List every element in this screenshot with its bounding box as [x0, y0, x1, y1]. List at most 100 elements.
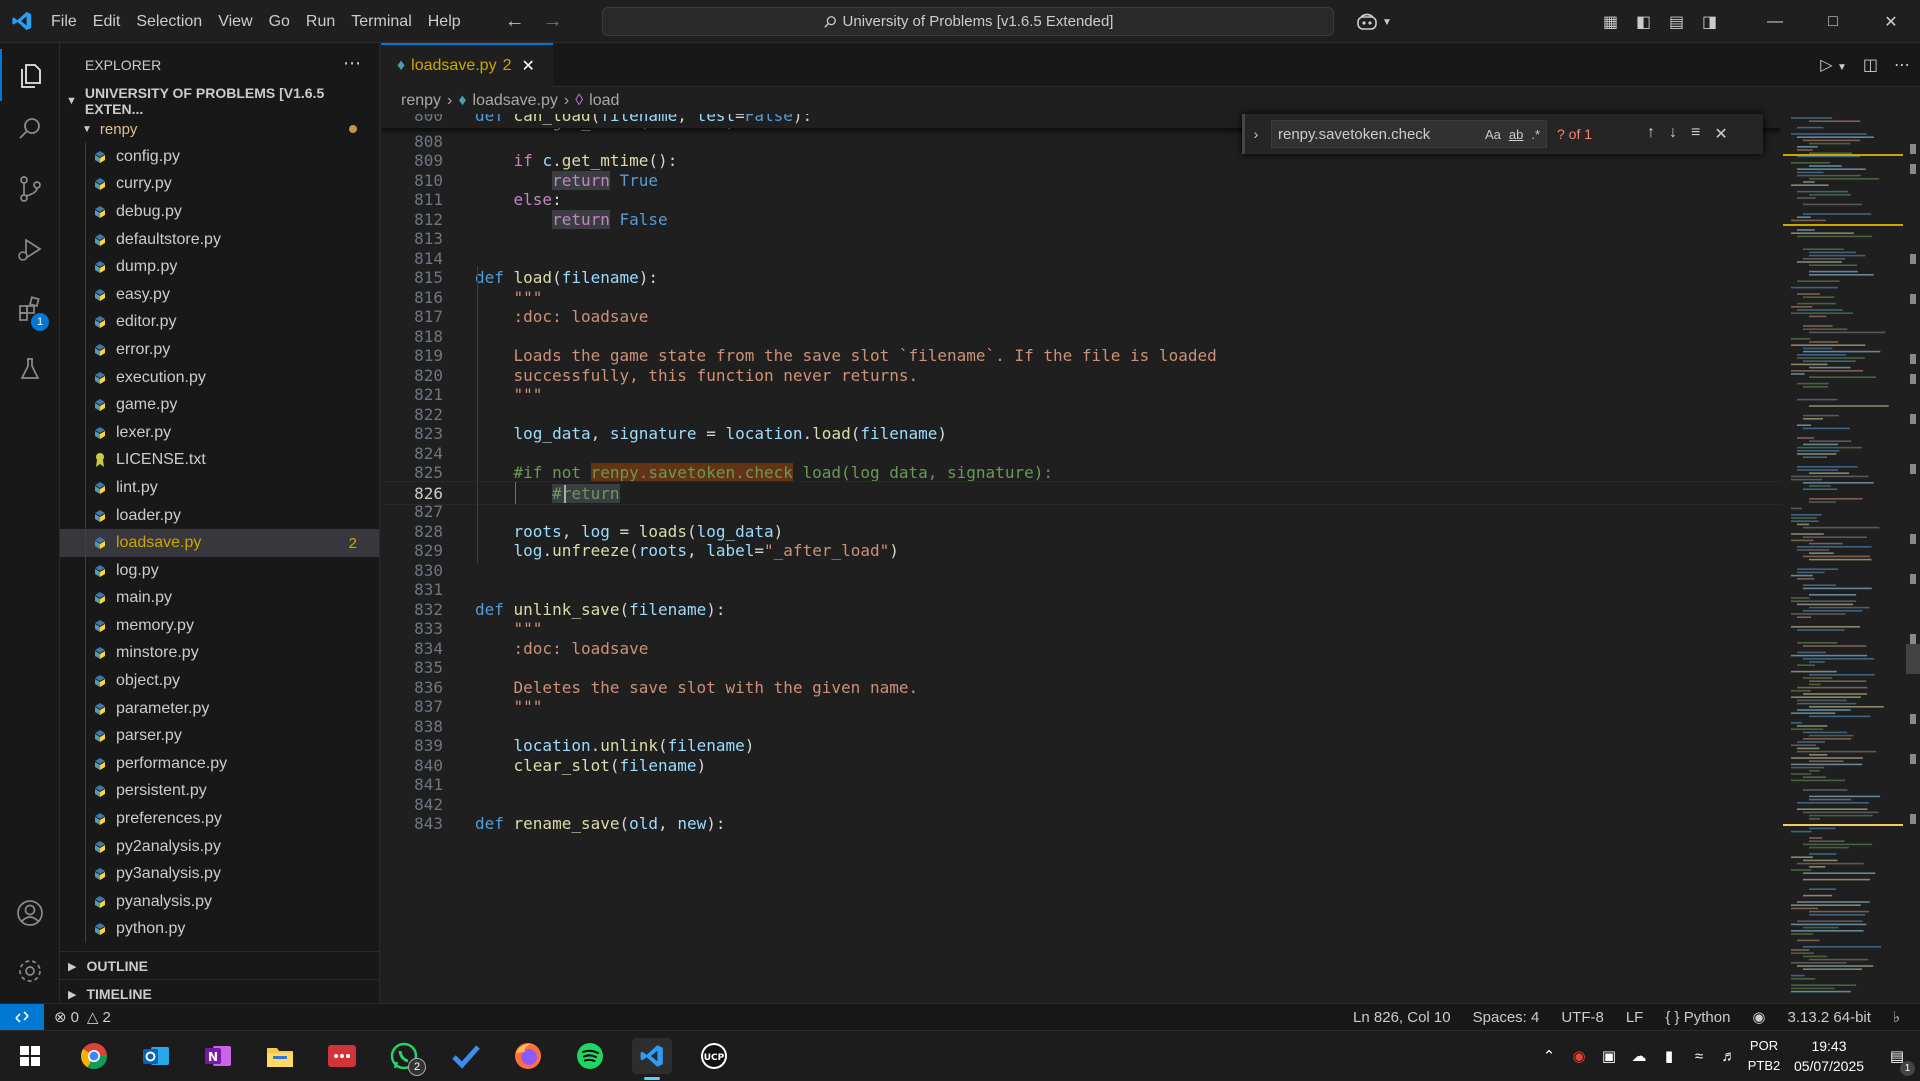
testing-icon[interactable]: [0, 343, 60, 395]
back-arrow-icon[interactable]: ←: [505, 10, 525, 33]
indentation[interactable]: Spaces: 4: [1473, 1009, 1540, 1026]
menu-selection[interactable]: Selection: [128, 0, 210, 43]
spotify-icon[interactable]: [570, 1038, 610, 1074]
close-tab-icon[interactable]: ✕: [521, 56, 534, 76]
file-item[interactable]: pyanalysis.py: [60, 888, 379, 916]
file-item[interactable]: config.py: [60, 143, 379, 171]
dots-app-icon[interactable]: [322, 1038, 362, 1074]
search-icon[interactable]: [0, 103, 60, 155]
minimize-icon[interactable]: —: [1746, 13, 1804, 31]
onenote-icon[interactable]: N: [198, 1038, 238, 1074]
file-item[interactable]: python.py: [60, 915, 379, 944]
code-line[interactable]: 843 def rename_save(old, new):: [381, 812, 1781, 836]
firefox-icon[interactable]: [508, 1038, 548, 1074]
outline-section[interactable]: ▶ OUTLINE: [60, 951, 379, 980]
file-item[interactable]: parameter.py: [60, 694, 379, 723]
regex-icon[interactable]: .*: [1531, 127, 1540, 142]
menu-edit[interactable]: Edit: [85, 0, 129, 43]
toggle-secondary-sidebar-icon[interactable]: ◨: [1693, 12, 1726, 32]
todo-check-icon[interactable]: [446, 1038, 486, 1074]
file-item[interactable]: log.py: [60, 556, 379, 585]
split-editor-icon[interactable]: ◫: [1863, 55, 1878, 75]
scroll-thumb[interactable]: [1906, 644, 1920, 674]
more-actions-icon[interactable]: ⋯: [1894, 55, 1910, 75]
cursor-position[interactable]: Ln 826, Col 10: [1353, 1009, 1451, 1026]
notifications-bell-icon[interactable]: ♭: [1893, 1008, 1900, 1026]
file-item[interactable]: loadsave.py 2: [60, 529, 379, 557]
problems-indicator[interactable]: ⊗ 0 △ 2: [54, 1008, 111, 1027]
file-item[interactable]: memory.py: [60, 612, 379, 640]
close-window-icon[interactable]: ✕: [1862, 12, 1920, 32]
source-control-icon[interactable]: [0, 163, 60, 215]
file-item[interactable]: defaultstore.py: [60, 225, 379, 254]
encoding[interactable]: UTF-8: [1561, 1009, 1604, 1026]
file-item[interactable]: easy.py: [60, 280, 379, 309]
input-language[interactable]: POR PTB2: [1744, 1036, 1784, 1076]
file-item[interactable]: dump.py: [60, 253, 379, 281]
file-item[interactable]: execution.py: [60, 363, 379, 392]
file-item[interactable]: editor.py: [60, 308, 379, 337]
menu-help[interactable]: Help: [420, 0, 469, 43]
folder-renpy[interactable]: ▼ renpy: [60, 115, 379, 143]
file-item[interactable]: lexer.py: [60, 418, 379, 447]
vertical-scrollbar[interactable]: [1906, 114, 1920, 1003]
chevron-up-icon[interactable]: ⌃: [1534, 1047, 1564, 1065]
file-item[interactable]: curry.py: [60, 170, 379, 199]
language-mode[interactable]: { } Python: [1665, 1009, 1730, 1026]
file-item[interactable]: py2analysis.py: [60, 832, 379, 861]
explorer-icon[interactable]: [0, 49, 60, 101]
file-item[interactable]: object.py: [60, 667, 379, 695]
run-debug-icon[interactable]: [0, 223, 60, 275]
chrome-icon[interactable]: [74, 1038, 114, 1074]
copilot-status-icon[interactable]: ◉: [1752, 1008, 1765, 1026]
match-case-icon[interactable]: Aa: [1485, 127, 1501, 142]
battery-icon[interactable]: ▮: [1654, 1047, 1684, 1065]
wifi-icon[interactable]: ≈: [1684, 1048, 1714, 1065]
file-item[interactable]: performance.py: [60, 750, 379, 778]
extensions-icon[interactable]: 1: [0, 283, 60, 335]
more-actions-icon[interactable]: ⋯: [343, 53, 361, 74]
outlook-icon[interactable]: [136, 1038, 176, 1074]
clock[interactable]: 19:43 05/07/2025: [1784, 1036, 1874, 1076]
copilot-icon[interactable]: ▼: [1356, 11, 1394, 33]
breadcrumb-symbol[interactable]: load: [589, 92, 619, 110]
file-item[interactable]: persistent.py: [60, 777, 379, 806]
gmail-tray-icon[interactable]: ◉: [1564, 1047, 1594, 1065]
code-editor[interactable]: 800 def can_load(filename, test=False): 80…: [381, 114, 1781, 1003]
maximize-icon[interactable]: □: [1804, 13, 1862, 31]
find-input[interactable]: renpy.savetoken.check Aa ab .*: [1271, 120, 1547, 148]
whatsapp-icon[interactable]: 2: [384, 1038, 426, 1076]
file-item[interactable]: main.py: [60, 584, 379, 613]
file-item[interactable]: minstore.py: [60, 639, 379, 668]
workspace-section[interactable]: ▼ UNIVERSITY OF PROBLEMS [V1.6.5 EXTEN..…: [60, 85, 379, 117]
python-interpreter[interactable]: 3.13.2 64-bit: [1788, 1009, 1871, 1026]
forward-arrow-icon[interactable]: →: [543, 10, 563, 33]
notifications-icon[interactable]: ▤ 1: [1874, 1047, 1920, 1076]
menu-run[interactable]: Run: [298, 0, 343, 43]
breadcrumb-folder[interactable]: renpy: [401, 92, 441, 110]
menu-view[interactable]: View: [210, 0, 260, 43]
manage-gear-icon[interactable]: [0, 945, 60, 997]
breadcrumb-file[interactable]: loadsave.py: [473, 92, 558, 110]
command-center[interactable]: University of Problems [v1.6.5 Extended]: [602, 7, 1334, 36]
phone-link-icon[interactable]: ▣: [1594, 1047, 1624, 1065]
run-python-icon[interactable]: ▷ ▼: [1820, 55, 1847, 75]
customize-layout-icon[interactable]: ▦: [1594, 12, 1627, 32]
end-of-line[interactable]: LF: [1626, 1009, 1644, 1026]
file-item[interactable]: loader.py: [60, 501, 379, 530]
tab-loadsave[interactable]: ♦ loadsave.py 2 ✕: [381, 43, 553, 87]
toggle-replace-icon[interactable]: ›: [1245, 126, 1267, 142]
account-icon[interactable]: [0, 887, 60, 939]
onedrive-cloud-icon[interactable]: ☁: [1624, 1047, 1654, 1065]
file-item[interactable]: debug.py: [60, 198, 379, 226]
file-explorer-icon[interactable]: [260, 1038, 300, 1074]
file-item[interactable]: LICENSE.txt: [60, 446, 379, 475]
file-item[interactable]: error.py: [60, 336, 379, 364]
file-item[interactable]: parser.py: [60, 722, 379, 751]
find-in-selection-icon[interactable]: ≡: [1691, 124, 1700, 144]
file-item[interactable]: lint.py: [60, 474, 379, 502]
previous-match-icon[interactable]: ↑: [1647, 124, 1655, 144]
menu-go[interactable]: Go: [261, 0, 298, 43]
windows-start-icon[interactable]: [10, 1038, 50, 1074]
toggle-primary-sidebar-icon[interactable]: ◧: [1627, 12, 1660, 32]
